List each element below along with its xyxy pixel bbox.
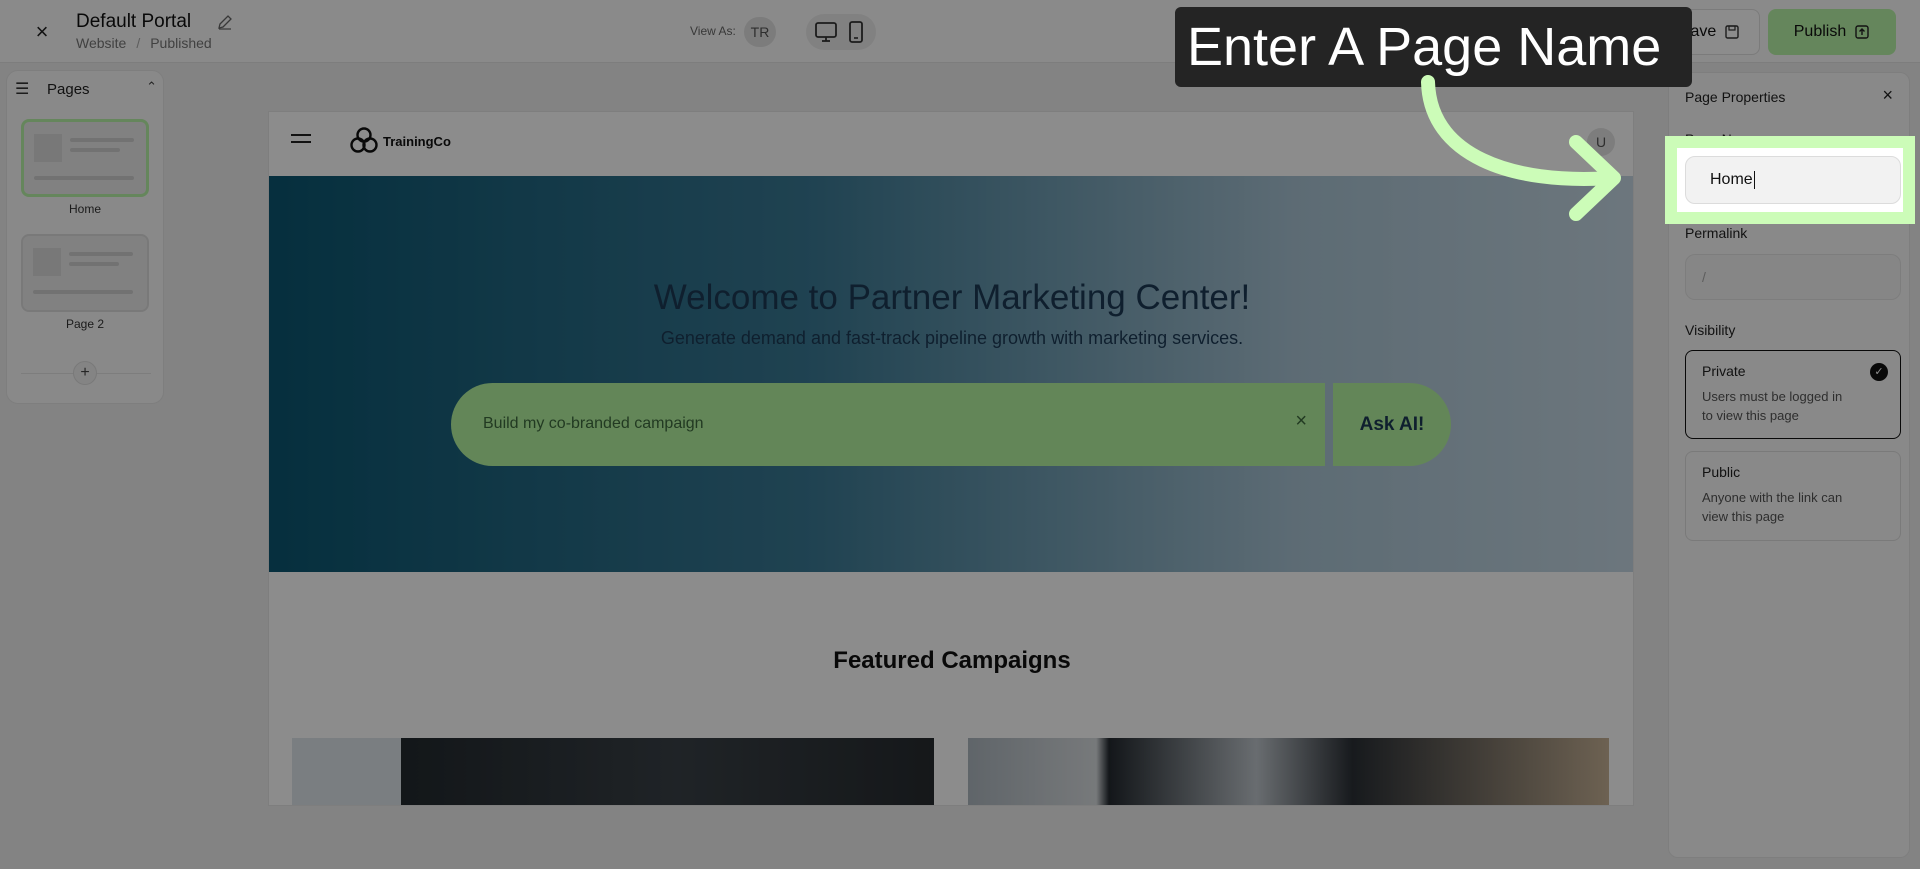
close-panel-icon[interactable]: × — [1882, 85, 1893, 106]
desktop-view-icon[interactable] — [814, 21, 838, 43]
thumbnail-line — [33, 290, 133, 294]
close-editor-icon[interactable]: × — [30, 20, 54, 44]
tutorial-callout: Enter A Page Name — [1175, 7, 1692, 87]
visibility-option-desc: Users must be logged in to view this pag… — [1702, 389, 1843, 423]
brand-logo-icon — [350, 127, 378, 153]
hero-banner: Welcome to Partner Marketing Center! Gen… — [269, 176, 1633, 572]
thumbnail-line — [34, 176, 134, 180]
site-menu-icon[interactable] — [291, 134, 311, 148]
chevron-up-icon[interactable]: ⌃ — [146, 79, 157, 95]
hero-title: Welcome to Partner Marketing Center! — [653, 278, 1251, 317]
site-header: TrainingCo U — [269, 112, 1633, 176]
page-name-value: Home — [1710, 171, 1753, 188]
visibility-option-name: Private — [1702, 363, 1746, 379]
page-thumbnail-home[interactable] — [21, 119, 149, 197]
pages-menu-icon: ☰ — [15, 81, 30, 98]
page-label-page-2[interactable]: Page 2 — [7, 317, 163, 331]
visibility-option-private[interactable]: Private Users must be logged in to view … — [1685, 350, 1901, 439]
thumbnail-line — [69, 262, 119, 266]
ask-ai-button[interactable]: Ask AI! — [1333, 383, 1451, 466]
view-as-label: View As: — [690, 24, 736, 38]
device-toggle — [806, 14, 876, 50]
add-page-button[interactable]: + — [73, 361, 97, 385]
site-canvas: TrainingCo U Welcome to Partner Marketin… — [268, 111, 1634, 806]
page-name-field-highlighted[interactable]: Home — [1685, 156, 1901, 204]
visibility-option-name: Public — [1702, 464, 1741, 480]
campaign-card-image[interactable] — [968, 738, 1609, 805]
permalink-label: Permalink — [1685, 225, 1748, 241]
visibility-option-desc: Anyone with the link can view this page — [1702, 490, 1843, 524]
checkmark-icon: ✓ — [1870, 363, 1888, 381]
ask-ai-input-text: Build my co-branded campaign — [483, 415, 704, 432]
publish-icon — [1855, 25, 1869, 39]
user-avatar[interactable]: U — [1587, 128, 1615, 156]
thumbnail-line — [69, 252, 133, 256]
page-thumbnail-page-2[interactable] — [21, 234, 149, 312]
campaign-card-image[interactable] — [292, 738, 934, 805]
edit-title-icon[interactable] — [217, 14, 233, 30]
page-label-home[interactable]: Home — [7, 202, 163, 216]
thumbnail-line — [70, 148, 120, 152]
publish-button[interactable]: Publish — [1768, 9, 1896, 55]
save-icon — [1725, 25, 1739, 39]
breadcrumb-status: Published — [150, 35, 212, 51]
breadcrumb: Website / Published — [76, 35, 212, 51]
pages-panel-header[interactable]: ☰ Pages ⌃ — [15, 77, 159, 101]
featured-campaigns-heading: Featured Campaigns — [833, 647, 1071, 674]
ask-ai-input[interactable]: Build my co-branded campaign × — [451, 383, 1325, 466]
pages-panel-title: Pages — [47, 80, 90, 98]
thumbnail-image-block — [33, 248, 61, 276]
pages-panel: ☰ Pages ⌃ Home Page 2 + — [6, 70, 164, 404]
view-as-avatar[interactable]: TR — [744, 17, 776, 47]
clear-input-icon[interactable]: × — [1295, 410, 1307, 433]
permalink-field[interactable]: / — [1685, 254, 1901, 300]
hero-subtitle: Generate demand and fast-track pipeline … — [660, 328, 1244, 348]
visibility-option-public[interactable]: Public Anyone with the link can view thi… — [1685, 451, 1901, 541]
breadcrumb-separator: / — [136, 35, 141, 51]
tutorial-highlight: Home — [1665, 136, 1915, 224]
thumbnail-line — [70, 138, 134, 142]
mobile-view-icon[interactable] — [846, 20, 866, 44]
text-caret — [1753, 170, 1755, 189]
breadcrumb-website[interactable]: Website — [76, 35, 126, 51]
portal-title: Default Portal — [76, 11, 192, 32]
visibility-label: Visibility — [1685, 322, 1736, 338]
publish-label: Publish — [1793, 23, 1847, 40]
thumbnail-image-block — [34, 134, 62, 162]
panel-title: Page Properties — [1685, 89, 1786, 105]
brand-name: TrainingCo — [383, 134, 451, 149]
